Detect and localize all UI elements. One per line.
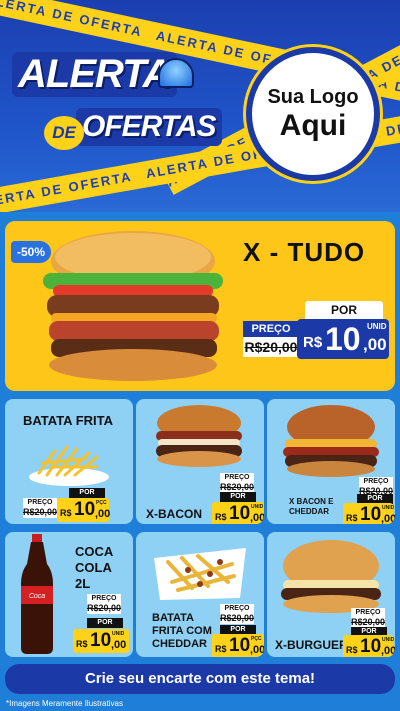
price-tag: R$ 10 ,00 UNID (343, 503, 395, 524)
logo-text-line1: Sua Logo (267, 85, 359, 108)
product-card-x-bacon-cheddar[interactable]: X BACON E CHEDDAR PREÇO R$20,00 POR R$ 1… (267, 399, 395, 524)
featured-product-name: X - TUDO (243, 237, 366, 267)
price-tag: R$ 10 ,00 UNID (212, 502, 264, 524)
cheddar-fries-image (154, 548, 246, 600)
price-tag: R$ 10 ,00 UNID (73, 629, 129, 653)
price-cents: ,00 (95, 508, 111, 520)
price-unit: PÇC (96, 500, 107, 506)
headline-de: DE (44, 116, 84, 150)
headline-ofertas: OFERTAS (76, 108, 222, 146)
burger-image (43, 231, 223, 381)
product-name: BATATA FRITA (23, 413, 114, 428)
preco-label: PREÇO (23, 498, 57, 507)
price-cents: ,00 (111, 639, 127, 651)
headline-alerta: ALERTA (12, 52, 177, 97)
product-name: X-BURGUER (275, 638, 348, 652)
price-cents: ,00 (250, 512, 264, 524)
product-card-batata-frita[interactable]: BATATA FRITA POR PREÇO R$20,00 R$ 10 ,00… (5, 399, 133, 524)
price-integer: 10 (360, 636, 382, 657)
preco-label: PREÇO (220, 604, 254, 613)
price-unit: UNID (251, 504, 264, 510)
logo-placeholder[interactable]: Sua Logo Aqui (246, 47, 380, 181)
header-banner: ALERTA DE OFERTAALERTA DE OFERTAALERTA D… (0, 0, 400, 212)
discount-badge: -50% (11, 241, 52, 263)
preco-label: PREÇO (220, 473, 254, 482)
por-label: POR (87, 618, 123, 628)
old-price-box: PREÇO R$20,00 (243, 321, 299, 357)
product-name: X BACON E CHEDDAR (289, 497, 334, 516)
por-label: POR (220, 492, 256, 502)
por-label: POR (69, 488, 105, 498)
price-currency: R$ (303, 334, 323, 351)
price-unit: UNID (367, 322, 387, 331)
price-tag: R$ 10 ,00 PÇC (57, 498, 111, 522)
price-currency: R$ (215, 512, 227, 522)
old-price: R$20,00 (87, 603, 122, 614)
preco-label: PREÇO (351, 608, 385, 617)
old-price-box: PREÇO R$20,00 (351, 608, 385, 628)
old-price-box: PREÇO R$20,00 (220, 604, 254, 624)
product-name: COCA COLA 2L (75, 544, 113, 591)
price-currency: R$ (215, 644, 227, 654)
price-currency: R$ (346, 645, 358, 655)
cta-banner[interactable]: Crie seu encarte com este tema! (5, 664, 395, 694)
product-card-batata-cheddar[interactable]: BATATA FRITA COM CHEDDAR PREÇO R$20,00 P… (136, 532, 264, 657)
headline-logo: ALERTA OFERTAS DE (10, 52, 222, 162)
preco-label: PREÇO (243, 321, 299, 337)
old-price: R$20,00 (23, 507, 58, 518)
price-currency: R$ (346, 513, 358, 523)
product-name: X-BACON (146, 507, 202, 521)
price-integer: 10 (229, 635, 251, 656)
price-unit: PÇC (251, 636, 262, 642)
price-integer: 10 (229, 503, 251, 524)
preco-label: PREÇO (359, 477, 393, 486)
price-cents: ,00 (250, 644, 264, 656)
disclaimer-text: *Imagens Meramente Ilustrativas (6, 699, 123, 708)
price-unit: UNID (382, 637, 395, 643)
price-tag: R$ 10 ,00 PÇC (212, 634, 264, 657)
price-currency: R$ (76, 639, 88, 649)
price-tag: R$ 10 ,00 UNID (343, 635, 395, 657)
price-unit: UNID (112, 631, 125, 637)
preco-label: PREÇO (87, 594, 121, 603)
burger-image (281, 540, 381, 613)
fries-image (29, 445, 109, 486)
logo-text-line2: Aqui (279, 108, 347, 142)
old-price: R$20,00 (243, 337, 299, 357)
price-integer: 10 (360, 504, 382, 524)
old-price-box: PREÇO R$20,00 (87, 594, 121, 614)
price-integer: 10 (90, 630, 112, 651)
product-card-x-burguer[interactable]: X-BURGUER PREÇO R$20,00 POR R$ 10 ,00 UN… (267, 532, 395, 657)
old-price-box: PREÇO R$20,00 (220, 473, 254, 493)
svg-text:Coca: Coca (29, 593, 45, 600)
price-tag: R$ 10 ,00 UNID (297, 319, 389, 359)
price-currency: R$ (60, 508, 72, 518)
product-card-coca-cola[interactable]: Coca COCA COLA 2L PREÇO R$20,00 POR R$ 1… (5, 532, 133, 657)
old-price: R$20,00 (220, 613, 255, 624)
burger-image (283, 405, 379, 477)
price-integer: 10 (325, 321, 361, 357)
price-unit: UNID (382, 505, 395, 511)
soda-bottle-image: Coca (21, 534, 53, 654)
featured-product-card[interactable]: -50% X - TUDO POR PREÇO R$20,00 R$ 10 ,0… (5, 221, 395, 391)
old-price-box: PREÇO R$20,00 (23, 498, 57, 518)
burger-image (156, 405, 242, 467)
price-cents: ,00 (363, 335, 387, 354)
siren-icon (158, 58, 194, 88)
price-cents: ,00 (381, 645, 395, 657)
product-card-x-bacon[interactable]: X-BACON PREÇO R$20,00 POR R$ 10 ,00 UNID (136, 399, 264, 524)
price-integer: 10 (74, 499, 96, 520)
price-cents: ,00 (381, 513, 395, 524)
por-label: POR (305, 301, 383, 319)
